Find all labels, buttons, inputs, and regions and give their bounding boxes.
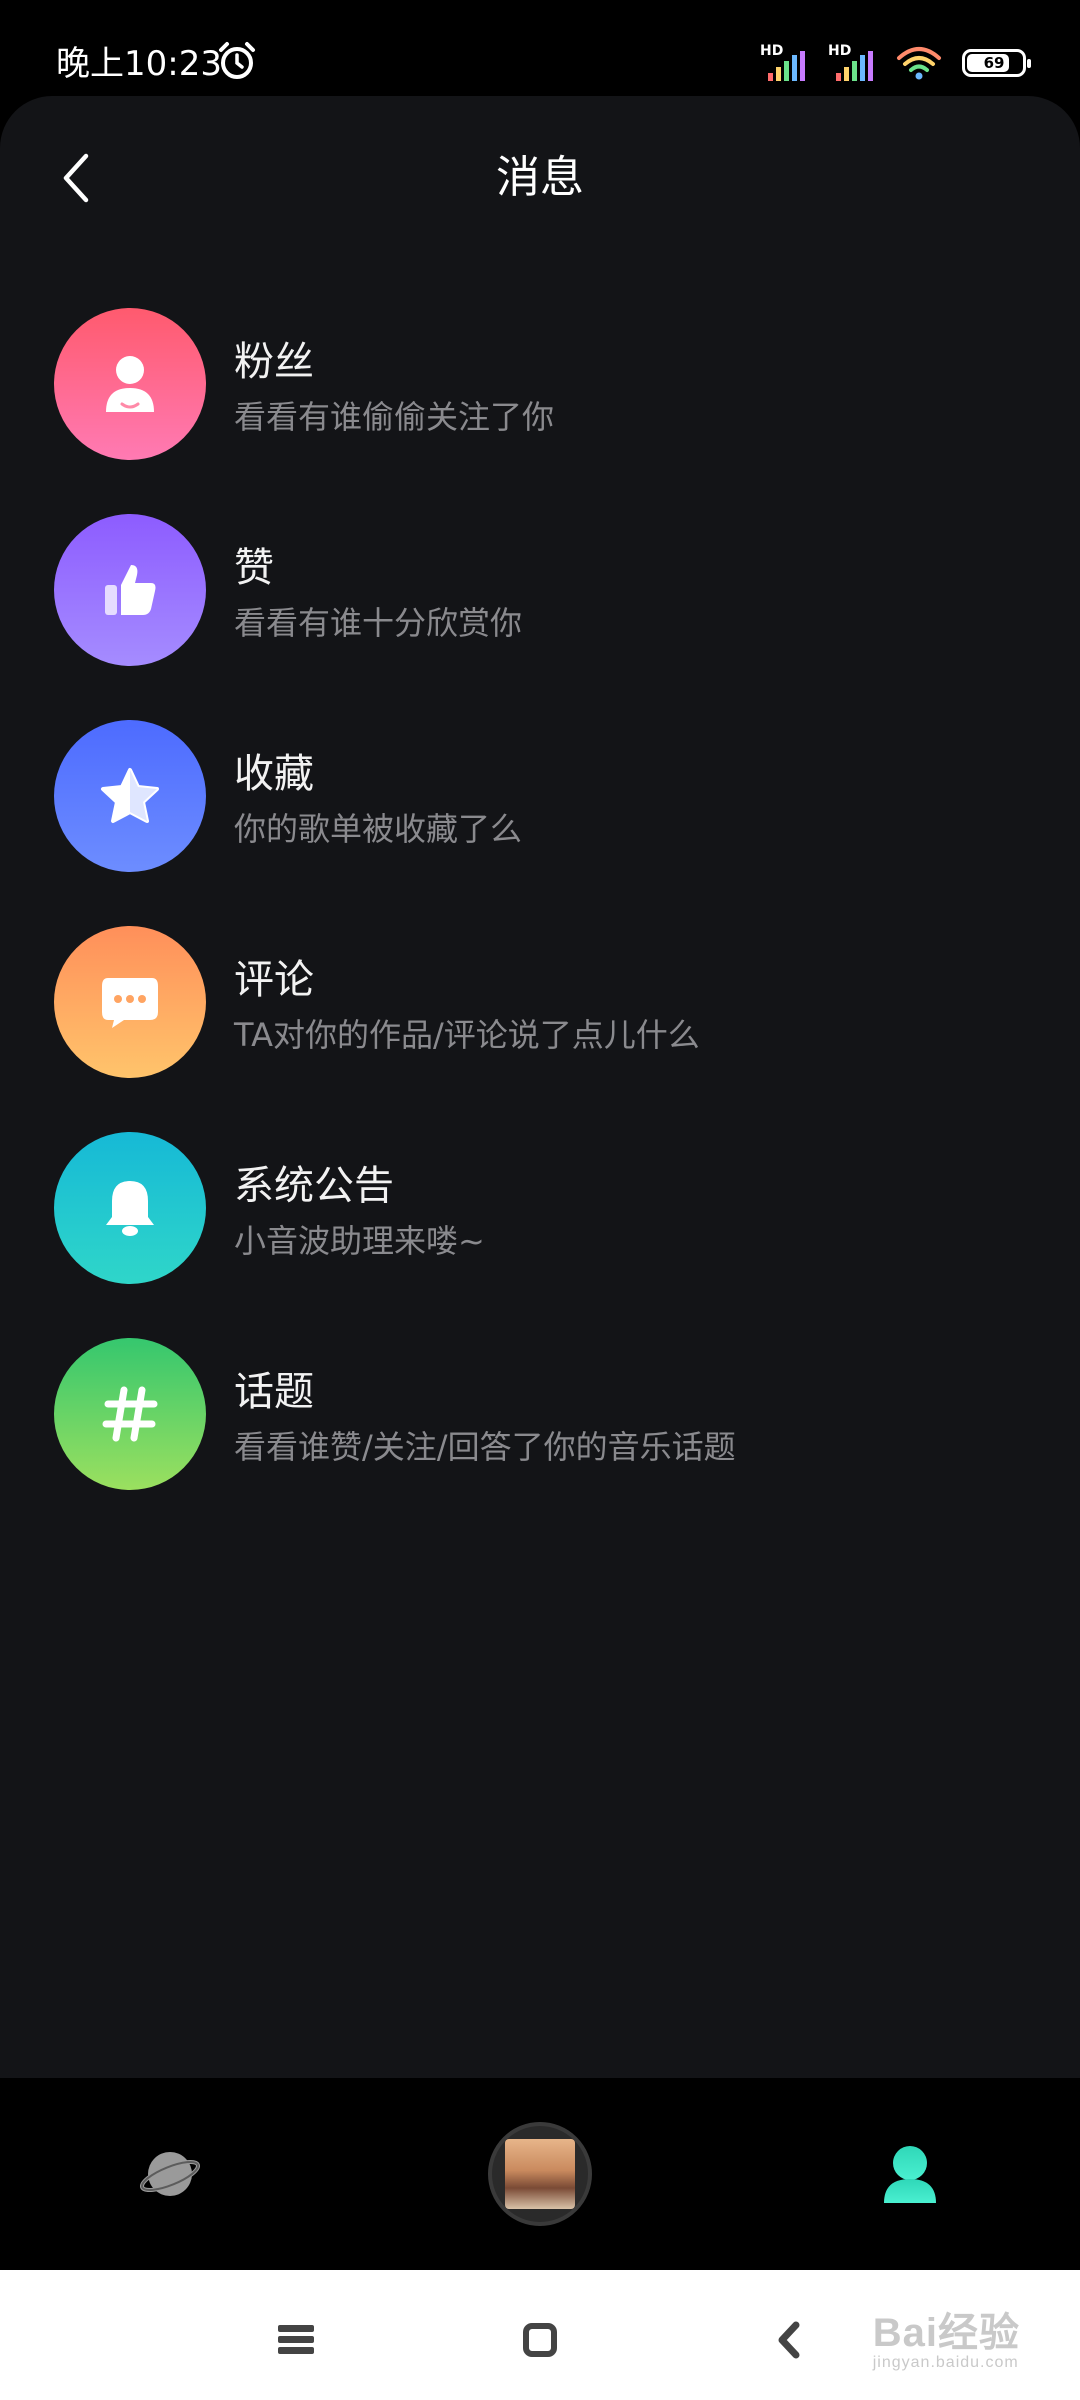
list-item-comments[interactable]: 评论 TA对你的作品/评论说了点儿什么 <box>0 926 1080 1132</box>
cell-signal-icon: HD <box>760 43 808 83</box>
status-time: 晚上10:23 <box>56 44 222 84</box>
list-item-title: 系统公告 <box>234 1163 394 1209</box>
list-item-title: 评论 <box>234 957 314 1003</box>
status-bar: 晚上10:23 HD HD 69 <box>0 0 1080 96</box>
tab-discover[interactable] <box>70 2078 270 2270</box>
list-item-subtitle: 你的歌单被收藏了么 <box>234 810 523 848</box>
list-item-subtitle: 看看谁赞/关注/回答了你的音乐话题 <box>234 1428 736 1466</box>
fans-icon-circle <box>54 308 206 460</box>
recent-apps-button[interactable] <box>256 2300 336 2380</box>
list-item-subtitle: 小音波助理来喽~ <box>234 1222 485 1260</box>
list-item-fans[interactable]: 粉丝 看看有谁偷偷关注了你 <box>0 308 1080 514</box>
hashtag-icon <box>102 1386 158 1442</box>
list-item-title: 话题 <box>234 1369 314 1415</box>
chat-bubble-icon <box>102 978 158 1028</box>
list-item-subtitle: 看看有谁偷偷关注了你 <box>234 398 555 436</box>
home-button[interactable] <box>500 2300 580 2380</box>
list-item-title: 赞 <box>234 545 274 591</box>
now-playing-disc[interactable] <box>440 2078 640 2270</box>
list-item-likes[interactable]: 赞 看看有谁十分欣赏你 <box>0 514 1080 720</box>
message-category-list: 粉丝 看看有谁偷偷关注了你 赞 看看有谁十分欣赏你 收藏 你的歌单被收藏了么 评… <box>0 308 1080 1544</box>
watermark-text: Bai <box>872 2311 938 2355</box>
battery-level: 69 <box>983 54 1005 72</box>
list-item-favorites[interactable]: 收藏 你的歌单被收藏了么 <box>0 720 1080 926</box>
watermark-text-2: 经验 <box>938 2311 1020 2355</box>
list-item-subtitle: 看看有谁十分欣赏你 <box>234 604 523 642</box>
disc-cover <box>488 2122 592 2226</box>
list-item-topics[interactable]: 话题 看看谁赞/关注/回答了你的音乐话题 <box>0 1338 1080 1544</box>
announcements-icon-circle <box>54 1132 206 1284</box>
bell-icon <box>106 1181 154 1236</box>
page-title: 消息 <box>496 152 584 203</box>
watermark-sub: jingyan.baidu.com <box>872 2354 1019 2371</box>
menu-icon <box>278 2325 314 2354</box>
cell-signal-icon-2: HD <box>828 43 876 83</box>
list-item-title: 粉丝 <box>234 339 314 385</box>
list-item-announcements[interactable]: 系统公告 小音波助理来喽~ <box>0 1132 1080 1338</box>
watermark: Bai经验 jingyan.baidu.com <box>873 2300 1020 2372</box>
tab-profile[interactable] <box>810 2078 1010 2270</box>
alarm-clock-icon <box>219 42 255 79</box>
likes-icon-circle <box>54 514 206 666</box>
wifi-icon <box>896 46 942 80</box>
album-art <box>505 2139 575 2209</box>
list-item-title: 收藏 <box>234 751 314 797</box>
planet-icon <box>139 2152 201 2196</box>
status-icons: HD HD 69 <box>760 38 1031 88</box>
back-triangle-icon <box>778 2321 800 2359</box>
favorites-icon-circle <box>54 720 206 872</box>
system-back-button[interactable] <box>748 2300 828 2380</box>
messages-sheet: 消息 粉丝 看看有谁偷偷关注了你 赞 看看有谁十分欣赏你 收藏 你的歌单被收藏了… <box>0 96 1080 2078</box>
person-icon <box>106 356 154 412</box>
star-icon <box>101 768 159 823</box>
home-square-icon <box>523 2323 557 2357</box>
thumbs-up-icon <box>105 565 156 615</box>
battery-icon: 69 <box>962 49 1031 77</box>
system-nav-bar: Bai经验 jingyan.baidu.com <box>0 2270 1080 2400</box>
profile-icon <box>884 2146 936 2203</box>
header: 消息 <box>0 96 1080 256</box>
list-item-subtitle: TA对你的作品/评论说了点儿什么 <box>234 1016 700 1054</box>
comments-icon-circle <box>54 926 206 1078</box>
bottom-tab-bar <box>0 2078 1080 2270</box>
topics-icon-circle <box>54 1338 206 1490</box>
